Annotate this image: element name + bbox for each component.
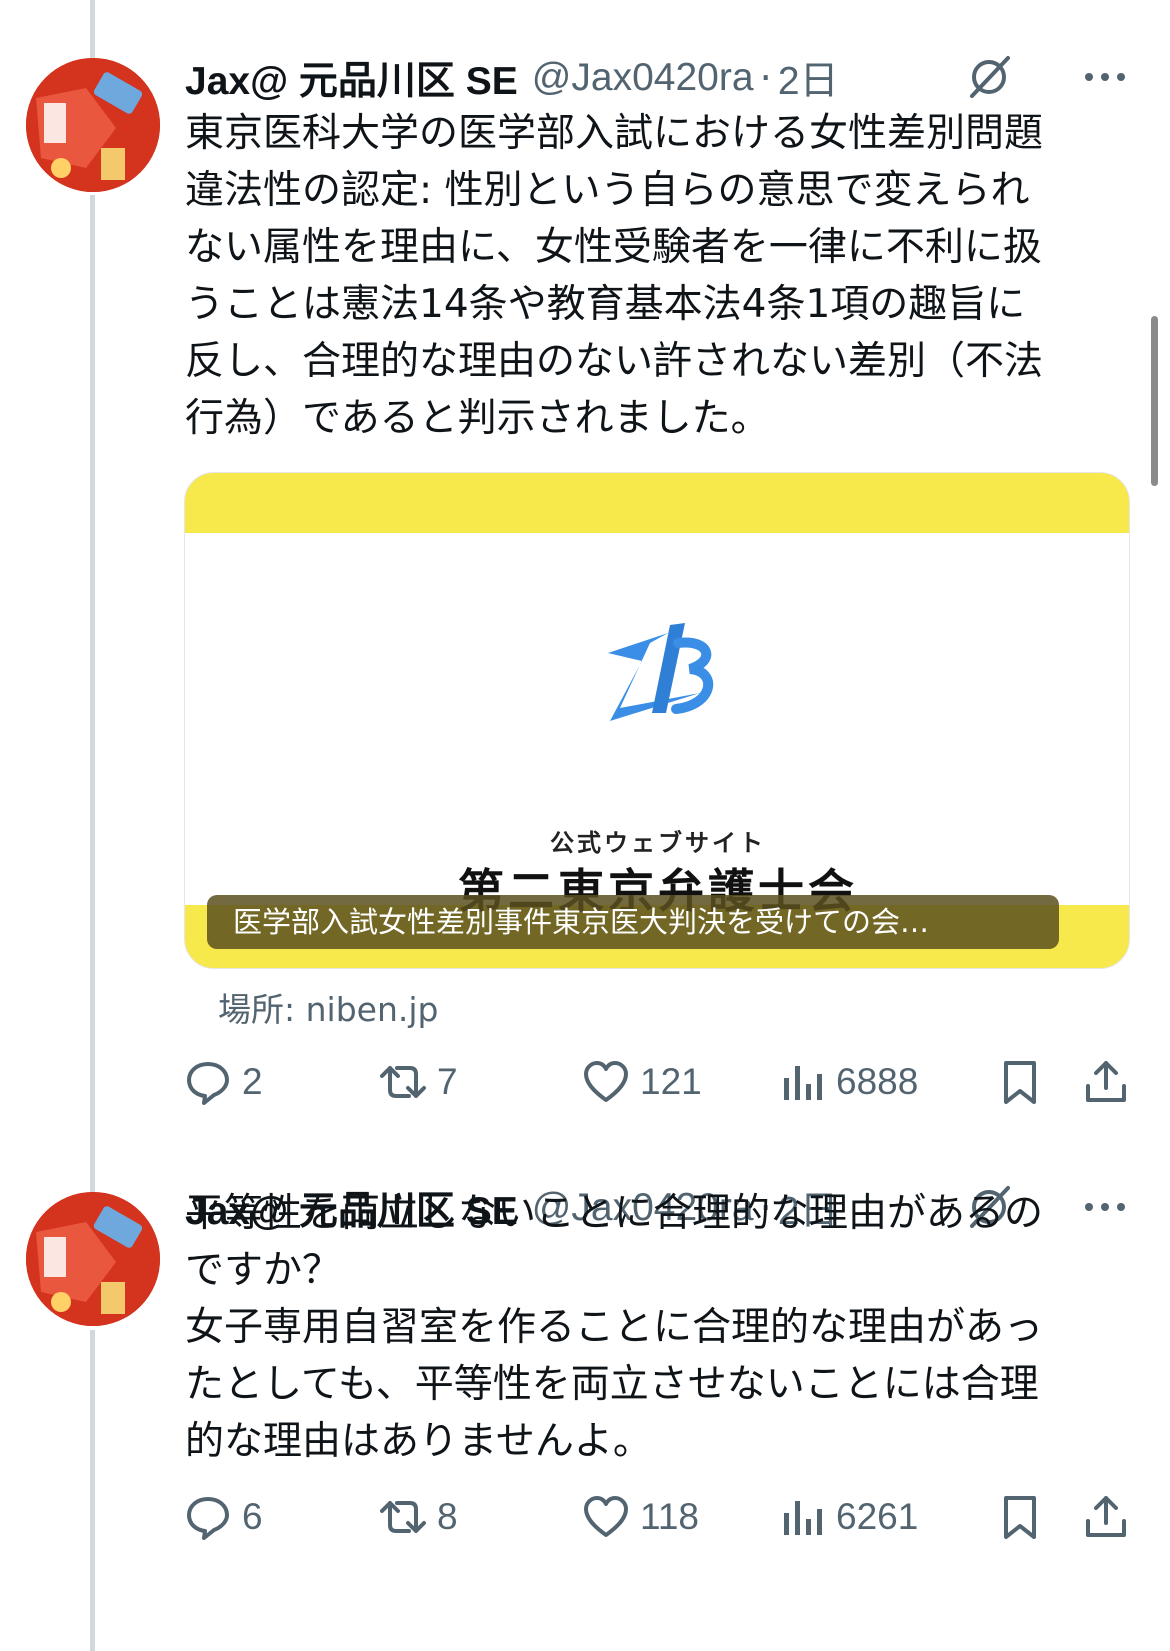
action-bar: 6 8 118 6261 <box>184 1487 1130 1547</box>
avatar[interactable] <box>26 58 160 192</box>
bookmark-button[interactable] <box>996 1052 1044 1112</box>
views-icon <box>784 1501 822 1535</box>
retweet-icon <box>380 1066 426 1098</box>
like-count: 118 <box>640 1496 699 1537</box>
retweet-button[interactable]: 7 <box>379 1052 458 1112</box>
reply-icon <box>187 1062 229 1105</box>
reply-count: 6 <box>242 1496 263 1537</box>
card-image: 公式ウェブサイト 第二東京弁護士会 <box>185 533 1129 918</box>
thread-line <box>90 0 95 60</box>
action-bar: 2 7 121 6888 <box>184 1052 1130 1112</box>
views-icon <box>784 1066 822 1100</box>
separator-dot: · <box>759 55 772 101</box>
niben-logo-icon <box>608 623 714 721</box>
bookmark-icon <box>1004 1496 1036 1539</box>
retweet-count: 7 <box>437 1061 458 1102</box>
reply-button[interactable]: 2 <box>184 1052 263 1112</box>
tweet-header: Jax@ 元品川区 SE @Jax0420ra · 2日 <box>185 48 1130 108</box>
reply-icon <box>187 1497 229 1540</box>
views-button[interactable]: 6261 <box>778 1487 918 1547</box>
like-count: 121 <box>640 1061 702 1102</box>
grok-icon[interactable] <box>966 54 1012 100</box>
tweet-text: 東京医科大学の医学部入試における女性差別問題 違法性の認定: 性別という自らの意… <box>185 111 1044 441</box>
share-icon <box>1086 1496 1126 1537</box>
display-name[interactable]: Jax@ 元品川区 SE <box>185 50 518 106</box>
card-subtitle: 公式ウェブサイト <box>550 829 766 857</box>
heart-icon <box>584 1061 628 1102</box>
reply-button[interactable]: 6 <box>184 1487 263 1547</box>
timestamp[interactable]: 2日 <box>778 50 839 106</box>
bookmark-button[interactable] <box>996 1487 1044 1547</box>
card-source[interactable]: 場所: niben.jp <box>218 983 438 1031</box>
thread-line <box>90 195 95 1200</box>
heart-icon <box>584 1496 628 1537</box>
bookmark-icon <box>1004 1061 1036 1104</box>
scrollbar[interactable] <box>1151 316 1158 486</box>
thread-line <box>90 1330 95 1651</box>
share-icon <box>1086 1061 1126 1102</box>
like-button[interactable]: 121 <box>582 1052 702 1112</box>
avatar[interactable] <box>26 1192 160 1326</box>
views-count: 6888 <box>836 1061 919 1102</box>
views-count: 6261 <box>836 1496 919 1537</box>
share-button[interactable] <box>1082 1052 1130 1112</box>
retweet-count: 8 <box>437 1496 458 1537</box>
more-icon[interactable] <box>1080 54 1130 100</box>
retweet-icon <box>380 1501 426 1533</box>
user-handle[interactable]: @Jax0420ra <box>532 56 754 100</box>
like-button[interactable]: 118 <box>582 1487 699 1547</box>
views-button[interactable]: 6888 <box>778 1052 918 1112</box>
share-button[interactable] <box>1082 1487 1130 1547</box>
retweet-button[interactable]: 8 <box>379 1487 458 1547</box>
reply-count: 2 <box>242 1061 263 1102</box>
tweet-text: 平等性を両立しないことに合理的な理由があるの ですか？ 女子専用自習室を作ること… <box>185 1191 1044 1464</box>
link-card[interactable]: 公式ウェブサイト 第二東京弁護士会 医学部入試女性差別事件東京医大判決を受けての… <box>184 472 1130 969</box>
card-caption: 医学部入試女性差別事件東京医大判決を受けての会… <box>207 895 1059 949</box>
